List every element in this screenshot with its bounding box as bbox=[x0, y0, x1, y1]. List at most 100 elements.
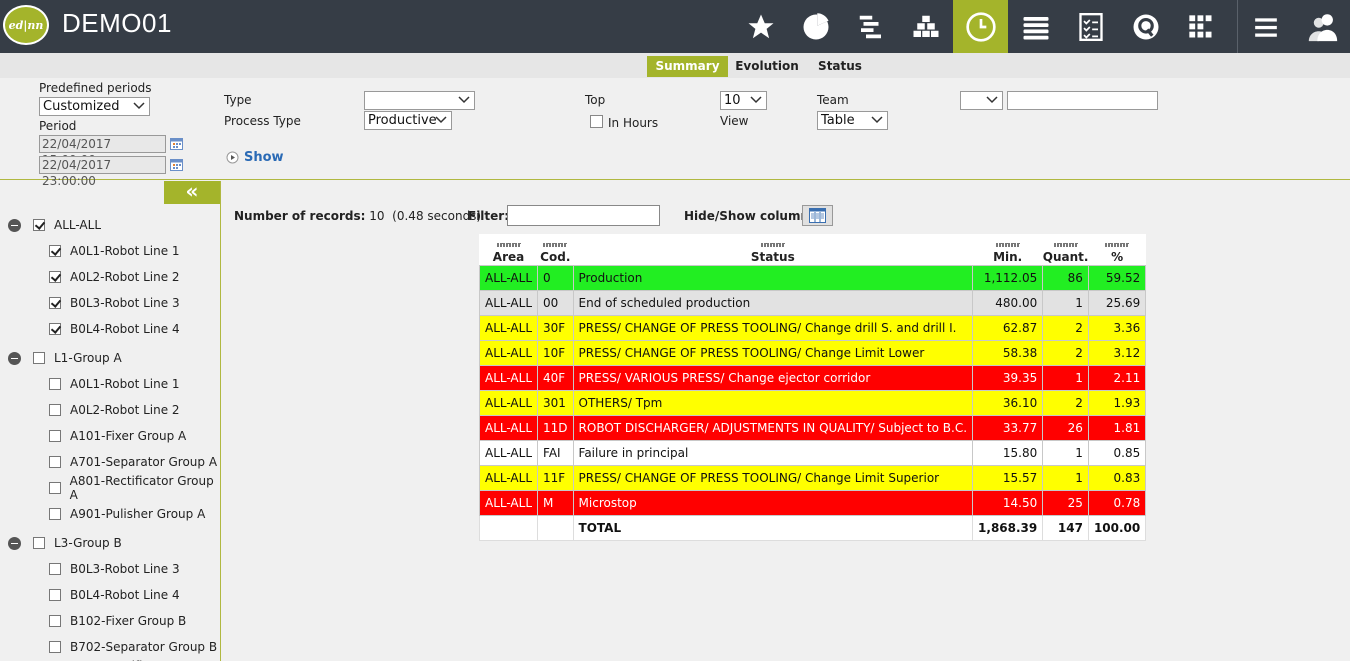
table-row[interactable]: ALL-ALL 10F PRESS/ CHANGE OF PRESS TOOLING… bbox=[478, 339, 1147, 366]
tree-item[interactable]: A801-Rectificator Group A bbox=[49, 474, 220, 502]
show-button[interactable]: Show bbox=[226, 150, 284, 165]
table-row[interactable]: ALL-ALL FAI Failure in principal 15.80 1 0.85 bbox=[478, 439, 1147, 466]
collapse-group-icon[interactable] bbox=[8, 536, 21, 550]
tree-checkbox[interactable] bbox=[49, 563, 61, 575]
calendar-icon[interactable] bbox=[170, 158, 183, 171]
tree-item[interactable]: A101-Fixer Group A bbox=[49, 427, 186, 445]
tree-item[interactable]: B0L4-Robot Line 4 bbox=[49, 320, 180, 338]
table-row[interactable]: ALL-ALL 11D ROBOT DISCHARGER/ ADJUSTMENTS … bbox=[478, 414, 1147, 441]
summary-table: Area Cod. Status Min. Quant. % ALL-ALL 0 P… bbox=[478, 234, 1147, 541]
calendar-icon[interactable] bbox=[170, 137, 183, 150]
stack-icon[interactable] bbox=[1008, 0, 1063, 53]
total-empty bbox=[537, 514, 574, 541]
pie-chart-icon[interactable] bbox=[788, 0, 843, 53]
table-row[interactable]: ALL-ALL 00 End of scheduled production 480.… bbox=[478, 289, 1147, 316]
tree-checkbox[interactable] bbox=[49, 245, 61, 257]
tree-item[interactable]: B102-Fixer Group B bbox=[49, 612, 186, 630]
table-row[interactable]: ALL-ALL 301 OTHERS/ Tpm 36.10 2 1.93 bbox=[478, 389, 1147, 416]
type-select[interactable] bbox=[364, 91, 475, 110]
collapse-group-icon[interactable] bbox=[8, 351, 21, 365]
column-header-min[interactable]: Min. bbox=[972, 234, 1043, 265]
cell-pct: 3.36 bbox=[1087, 314, 1147, 341]
tree-item[interactable]: B702-Separator Group B bbox=[49, 638, 217, 656]
tree-checkbox[interactable] bbox=[49, 378, 61, 390]
tree-label: B0L4-Robot Line 4 bbox=[70, 322, 180, 336]
tree-group[interactable]: L1-Group A bbox=[8, 349, 122, 367]
table-row[interactable]: ALL-ALL 40F PRESS/ VARIOUS PRESS/ Change e… bbox=[478, 364, 1147, 391]
tree-checkbox[interactable] bbox=[49, 323, 61, 335]
tree-checkbox[interactable] bbox=[49, 430, 61, 442]
tree-checkbox[interactable] bbox=[33, 352, 45, 364]
tree-checkbox[interactable] bbox=[49, 508, 61, 520]
table-row[interactable]: ALL-ALL 11F PRESS/ CHANGE OF PRESS TOOLING… bbox=[478, 464, 1147, 491]
checklist-icon[interactable] bbox=[1063, 0, 1118, 53]
cell-cod: 00 bbox=[537, 289, 574, 316]
tree-label: L1-Group A bbox=[54, 351, 122, 365]
grid-icon[interactable] bbox=[1173, 0, 1228, 53]
team-search-input[interactable] bbox=[1007, 91, 1158, 110]
column-header-area[interactable]: Area bbox=[479, 234, 538, 265]
predefined-periods-select[interactable]: Customized bbox=[39, 97, 150, 116]
clock-icon[interactable] bbox=[953, 0, 1008, 53]
view-select[interactable]: Table bbox=[817, 111, 888, 130]
tree-checkbox[interactable] bbox=[49, 456, 61, 468]
hide-show-columns-button[interactable] bbox=[802, 205, 833, 226]
team-select[interactable] bbox=[960, 91, 1003, 110]
top-select[interactable]: 10 bbox=[720, 91, 767, 110]
tree-item[interactable]: B0L3-Robot Line 3 bbox=[49, 294, 180, 312]
drag-handle-icon[interactable] bbox=[995, 242, 1020, 247]
tree-item[interactable]: A0L1-Robot Line 1 bbox=[49, 375, 180, 393]
tree-item[interactable]: A701-Separator Group A bbox=[49, 453, 217, 471]
collapse-group-icon[interactable] bbox=[8, 218, 21, 232]
q-icon[interactable] bbox=[1118, 0, 1173, 53]
tree-checkbox[interactable] bbox=[49, 404, 61, 416]
cell-pct: 1.93 bbox=[1087, 389, 1147, 416]
tree-item[interactable]: A901-Pulisher Group A bbox=[49, 505, 205, 523]
drag-handle-icon[interactable] bbox=[543, 242, 568, 247]
tree-checkbox[interactable] bbox=[49, 641, 61, 653]
table-row[interactable]: ALL-ALL 30F PRESS/ CHANGE OF PRESS TOOLING… bbox=[478, 314, 1147, 341]
column-header-quant[interactable]: Quant. bbox=[1042, 234, 1089, 265]
drag-handle-icon[interactable] bbox=[1105, 242, 1130, 247]
tree-group[interactable]: L3-Group B bbox=[8, 534, 122, 552]
filter-input[interactable] bbox=[507, 205, 660, 226]
tree-checkbox[interactable] bbox=[49, 615, 61, 627]
menu-icon[interactable] bbox=[1238, 0, 1293, 53]
tree-checkbox[interactable] bbox=[49, 482, 61, 494]
period-to-input[interactable]: 22/04/2017 23:00:00 bbox=[39, 156, 166, 188]
app-logo[interactable]: ed|nn bbox=[3, 5, 49, 45]
in-hours-checkbox[interactable] bbox=[590, 115, 603, 128]
tree-checkbox[interactable] bbox=[49, 297, 61, 309]
table-row[interactable]: ALL-ALL M Microstop 14.50 25 0.78 bbox=[478, 489, 1147, 516]
tree-item[interactable]: A0L2-Robot Line 2 bbox=[49, 401, 180, 419]
table-row[interactable]: ALL-ALL 0 Production 1,112.05 86 59.52 bbox=[478, 264, 1147, 291]
tree-checkbox[interactable] bbox=[33, 219, 45, 231]
predefined-periods-value: Customized bbox=[43, 99, 120, 114]
users-icon[interactable] bbox=[1295, 0, 1350, 53]
cell-min: 1,112.05 bbox=[972, 264, 1044, 291]
tree-checkbox[interactable] bbox=[33, 537, 45, 549]
column-header-cod[interactable]: Cod. bbox=[537, 234, 574, 265]
tree-item[interactable]: A0L2-Robot Line 2 bbox=[49, 268, 180, 286]
tree-item[interactable]: A0L1-Robot Line 1 bbox=[49, 242, 180, 260]
drag-handle-icon[interactable] bbox=[760, 242, 785, 247]
process-type-label: Process Type bbox=[224, 114, 301, 128]
tree-group[interactable]: ALL-ALL bbox=[8, 216, 101, 234]
column-header-pct[interactable]: % bbox=[1088, 234, 1146, 265]
process-type-select[interactable]: Productive bbox=[364, 111, 452, 130]
tab-summary[interactable]: Summary bbox=[647, 56, 728, 77]
drag-handle-icon[interactable] bbox=[496, 242, 521, 247]
tree-item[interactable]: B0L4-Robot Line 4 bbox=[49, 586, 180, 604]
tree-checkbox[interactable] bbox=[49, 589, 61, 601]
column-header-status[interactable]: Status bbox=[573, 234, 973, 265]
period-from-input[interactable]: 22/04/2017 15:00:00 bbox=[39, 135, 166, 167]
star-icon[interactable] bbox=[733, 0, 788, 53]
tab-evolution[interactable]: Evolution bbox=[733, 56, 801, 77]
gantt-icon[interactable] bbox=[843, 0, 898, 53]
drag-handle-icon[interactable] bbox=[1053, 242, 1078, 247]
pyramid-icon[interactable] bbox=[898, 0, 953, 53]
tree-checkbox[interactable] bbox=[49, 271, 61, 283]
tree-item[interactable]: B0L3-Robot Line 3 bbox=[49, 560, 180, 578]
collapse-sidebar-button[interactable]: « bbox=[164, 181, 220, 204]
tab-status[interactable]: Status bbox=[814, 56, 866, 77]
